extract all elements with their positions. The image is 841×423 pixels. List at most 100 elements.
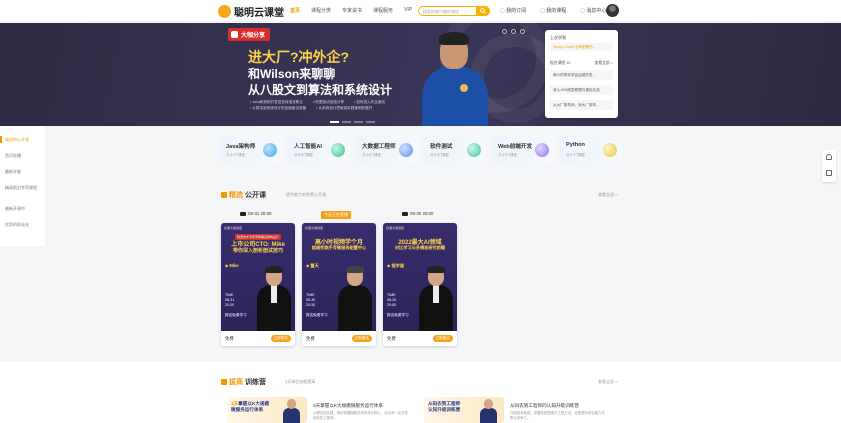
- side-item-open-courses[interactable]: 精选的公开课: [5, 137, 29, 143]
- carousel-indicators[interactable]: [330, 121, 375, 123]
- carousel-dot[interactable]: [342, 121, 351, 123]
- category-icon: [263, 143, 277, 157]
- headset-icon[interactable]: [826, 154, 832, 160]
- category-card[interactable]: Python 共计7门课程: [560, 136, 623, 163]
- category-row: Java架构师 共计4门课程 人工智能AI 共计8门课程 大数据工程师 共计6门课程 …: [220, 136, 623, 163]
- training-desc: 从理论到实践，带你掌握微服务架构设计核心，适合有一定开发经验的工程师。: [313, 411, 408, 420]
- search-icon: [480, 8, 486, 14]
- category-icon: [603, 143, 617, 157]
- top-header: 聪明云课堂 首页 课程分类 专家说书 课程服务 VIP 搜索你感兴趣的课程 我的…: [0, 0, 841, 22]
- share-icon[interactable]: [502, 29, 507, 34]
- search-box[interactable]: 搜索你感兴趣的课程: [418, 6, 490, 16]
- training-title: 从码农到工程师的认知升级训练营: [510, 403, 579, 408]
- speaker-photo: [480, 399, 497, 423]
- training-card[interactable]: 从码农到工程师 认知升级训练营 从码农到工程师的认知升级训练营 打破技术瓶颈，掌…: [424, 393, 610, 423]
- banner-badge: 大咖分享: [228, 28, 271, 41]
- side-menu: 精选的公开课 首页轮播 最新学者 精选前沿专项课程 最新开课中 优质的职业化: [0, 126, 45, 246]
- active-indicator: [0, 136, 2, 143]
- training-section: [0, 362, 841, 423]
- section-subtitle: 3天体验技能提高: [285, 379, 316, 384]
- view-all-training[interactable]: 查看全部 >: [598, 379, 617, 385]
- enrolled-course-item[interactable]: 深入JVM底层原理与调优实战: [550, 85, 613, 95]
- live-course-card[interactable]: 好课大咖讲座 高小时视频学个月 超稳性跳手写微服务配置中心 ◆ 董天 TIME …: [302, 223, 376, 346]
- carousel-dot[interactable]: [354, 121, 363, 123]
- training-desc: 打破技术瓶颈，掌握系统思维与工程方法，全面提升综合能力与职业竞争力。: [510, 411, 605, 420]
- side-item-new-classes[interactable]: 最新开课中: [5, 206, 25, 212]
- register-button[interactable]: 立即报名: [432, 335, 453, 342]
- category-icon: [331, 143, 345, 157]
- nav-home[interactable]: 首页: [290, 7, 300, 14]
- training-thumbnail: 从码农到工程师 认知升级训练营: [424, 397, 504, 423]
- search-input[interactable]: 搜索你感兴趣的课程: [423, 9, 459, 15]
- training-thumbnail: 3天掌握以K大规模 微服务运行体系: [227, 397, 307, 423]
- carousel-dot[interactable]: [366, 121, 375, 123]
- clipboard-icon[interactable]: [826, 170, 832, 176]
- section-icon: [221, 192, 227, 198]
- register-button[interactable]: 立即报名: [351, 335, 372, 342]
- banner-controls: [502, 29, 525, 34]
- live-now-tag: 今天正在直播: [321, 211, 351, 219]
- course-poster: 好课大咖讲座 高小时视频学个月 超稳性跳手写微服务配置中心 ◆ 董天 TIME …: [302, 223, 376, 331]
- category-card[interactable]: Java架构师 共计4门课程: [220, 136, 283, 163]
- nav-expert[interactable]: 专家说书: [342, 7, 362, 14]
- category-card[interactable]: Web前端开发 共计5门课程: [492, 136, 555, 163]
- price-label: 免费: [387, 336, 396, 341]
- course-poster: 好课大咖讲座 阿里技术专家带你解读架构设计 上市公司CTO: Mike 带你深入…: [221, 223, 295, 331]
- banner-headline-3: 从八股文到算法和系统设计: [248, 83, 393, 97]
- calendar-icon: [402, 211, 408, 216]
- nav-vip[interactable]: VIP: [404, 7, 412, 14]
- category-icon: [467, 143, 481, 157]
- section-title-training: 拔高 训练营: [221, 377, 266, 387]
- live-date-3: 08-30 20:00: [402, 211, 433, 216]
- speaker-photo: [338, 266, 372, 331]
- continue-learning-item[interactable]: Spring Cloud 全局配置的...: [550, 43, 613, 51]
- user-avatar[interactable]: [606, 4, 619, 17]
- my-subscriptions-link[interactable]: 我的订阅: [500, 7, 526, 14]
- training-title: 3天掌握以K大规模微服务运行体系: [313, 403, 383, 408]
- live-date-1: 08-31 20:30: [240, 211, 271, 216]
- live-course-card[interactable]: 好课大咖讲座 2022最大AI领域 对比学习与多模态研究前瞻 ◆ 程学道 TIM…: [383, 223, 457, 346]
- category-card[interactable]: 人工智能AI 共计8门课程: [288, 136, 351, 163]
- nav-service[interactable]: 课程服务: [373, 7, 393, 14]
- side-item-frontier[interactable]: 精选前沿专项课程: [5, 185, 37, 191]
- live-course-card[interactable]: 好课大咖讲座 阿里技术专家带你解读架构设计 上市公司CTO: Mike 带你深入…: [221, 223, 295, 346]
- banner-headline-2: 和Wilson来聊聊: [248, 67, 336, 81]
- side-item-carousel[interactable]: 首页轮播: [5, 153, 21, 159]
- enrolled-header: 报名课程 10 查看全部 >: [550, 61, 613, 66]
- speaker-photo: [283, 399, 300, 423]
- more-icon[interactable]: [520, 29, 525, 34]
- logo-text: 聪明云课堂: [234, 8, 284, 19]
- category-card[interactable]: 大数据工程师 共计6门课程: [356, 136, 419, 163]
- badge-icon: [231, 31, 238, 38]
- site-logo[interactable]: 聪明云课堂: [218, 4, 284, 19]
- training-card[interactable]: 3天掌握以K大规模 微服务运行体系 3天掌握以K大规模微服务运行体系 从理论到实…: [227, 393, 413, 423]
- speaker-photo: [257, 266, 291, 331]
- register-button[interactable]: 立即报名: [270, 335, 291, 342]
- side-item-career[interactable]: 优质的职业化: [5, 222, 29, 228]
- carousel-dot[interactable]: [330, 121, 339, 123]
- message-center-link[interactable]: 消息中心: [580, 7, 606, 14]
- enrolled-course-item[interactable]: 从大厂架构师，到大厂架构...: [550, 100, 613, 110]
- hero-banner[interactable]: 大咖分享 进大厂?冲外企? 和Wilson来聊聊 从八股文到算法和系统设计 • …: [0, 23, 841, 126]
- view-all-link[interactable]: 查看全部 >: [595, 61, 613, 66]
- bulb-icon: [218, 5, 231, 18]
- category-card[interactable]: 软件测试 共计3门课程: [424, 136, 487, 163]
- speaker-photo: [419, 266, 453, 331]
- header-links: 我的订阅 我的课程 消息中心: [500, 7, 606, 14]
- nav-categories[interactable]: 课程分类: [311, 7, 331, 14]
- category-icon: [399, 143, 413, 157]
- course-poster: 好课大咖讲座 2022最大AI领域 对比学习与多模态研究前瞻 ◆ 程学道 TIM…: [383, 223, 457, 331]
- banner-bullets: • Java和其他开发语言转语言职业 • 阿里面试经验分享 • 如何进入外企面试 •…: [250, 100, 386, 110]
- floating-toolbar: [822, 150, 836, 182]
- speaker-photo: [420, 30, 490, 126]
- link-icon[interactable]: [511, 29, 516, 34]
- search-button[interactable]: [476, 6, 490, 16]
- learning-panel: 上次学到 Spring Cloud 全局配置的... 报名课程 10 查看全部 >…: [545, 30, 618, 118]
- enrolled-course-item[interactable]: 两小时带你学会后端开发...: [550, 70, 613, 80]
- my-courses-link[interactable]: 我的课程: [540, 7, 566, 14]
- view-all-open-courses[interactable]: 查看全部 >: [598, 192, 617, 198]
- side-item-new[interactable]: 最新学者: [5, 169, 21, 175]
- section-icon: [221, 379, 227, 385]
- calendar-icon: [240, 211, 246, 216]
- category-icon: [535, 143, 549, 157]
